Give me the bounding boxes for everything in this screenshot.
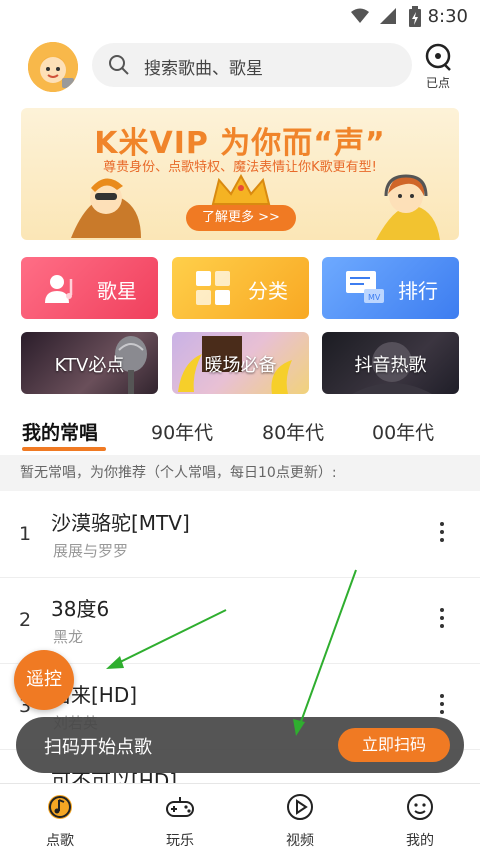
svg-text:MV: MV: [368, 293, 381, 302]
crown-icon: [211, 174, 271, 205]
song-title: 38度6: [51, 597, 110, 621]
bottom-navigation: 点歌 玩乐 视频 我的: [0, 783, 480, 853]
battery-icon: [409, 6, 421, 27]
grid-icon: [196, 271, 230, 305]
nav-mine[interactable]: 我的: [380, 792, 460, 850]
playlist-warmup[interactable]: 暖场必备: [172, 332, 309, 394]
category-singer[interactable]: 歌星: [21, 257, 158, 319]
music-disc-icon: [48, 795, 72, 819]
category-label: 排行: [398, 279, 438, 303]
recommendation-notice: 暂无常唱，为你推荐（个人常唱，每日10点更新）:: [0, 455, 480, 491]
vip-banner[interactable]: K米VIP 为你而“声” 尊贵身份、点歌特权、魔法表情让你K歌更有型! 了解更多…: [21, 108, 459, 240]
song-artist: 黑龙: [53, 628, 84, 646]
category-label: 歌星: [97, 279, 137, 303]
banner-more-button[interactable]: 了解更多 >>: [186, 205, 296, 231]
playlist-douyin[interactable]: 抖音热歌: [322, 332, 459, 394]
clock: 8:30: [427, 6, 468, 27]
status-bar: 8:30: [0, 0, 480, 34]
tab-80s[interactable]: 80年代: [262, 418, 324, 445]
nav-play[interactable]: 玩乐: [140, 792, 220, 850]
played-songs-button[interactable]: 已点: [420, 42, 456, 92]
signal-icon: [380, 8, 396, 24]
disc-icon: [425, 43, 451, 71]
category-label: 分类: [248, 279, 288, 303]
scan-now-button[interactable]: 立即扫码: [338, 728, 450, 762]
song-title: 沙漠骆驼[MTV]: [51, 511, 190, 535]
singer-icon: [45, 275, 73, 303]
app-screen: 8:30 搜索歌曲、歌星 已点 K米VIP 为你而“声” 尊贵身份、点歌特权、魔…: [0, 0, 480, 853]
nav-order-songs[interactable]: 点歌: [20, 792, 100, 850]
active-tab-indicator: [22, 447, 106, 451]
tab-00s[interactable]: 00年代: [372, 418, 434, 445]
playlist-label: 暖场必备: [204, 355, 277, 376]
nav-label: 玩乐: [166, 833, 194, 849]
user-face-icon: [407, 794, 433, 820]
nav-label: 视频: [286, 833, 314, 849]
avatar[interactable]: [28, 42, 78, 92]
more-options-icon[interactable]: [436, 608, 448, 634]
category-ranking[interactable]: MV 排行: [322, 257, 459, 319]
remote-control-button[interactable]: 遥控: [14, 650, 74, 710]
tab-90s[interactable]: 90年代: [151, 418, 213, 445]
search-input[interactable]: 搜索歌曲、歌星: [92, 43, 412, 87]
avatar-image: [28, 42, 78, 92]
mascot-left-image: [71, 178, 141, 238]
played-label: 已点: [425, 76, 450, 90]
nav-label: 我的: [406, 833, 434, 849]
search-placeholder: 搜索歌曲、歌星: [144, 59, 263, 79]
playlist-ktv-hits[interactable]: KTV必点: [21, 332, 158, 394]
nav-label: 点歌: [46, 833, 74, 849]
more-options-icon[interactable]: [436, 522, 448, 548]
song-number: 2: [19, 609, 32, 631]
category-genre[interactable]: 分类: [172, 257, 309, 319]
playlist-label: 抖音热歌: [354, 355, 427, 376]
nav-video[interactable]: 视频: [260, 792, 340, 850]
play-circle-icon: [287, 794, 313, 820]
ranking-icon: MV: [346, 271, 384, 303]
song-artist: 展展与罗罗: [53, 542, 129, 560]
song-row[interactable]: 2 38度6 黑龙: [0, 578, 480, 664]
song-row[interactable]: 1 沙漠骆驼[MTV] 展展与罗罗: [0, 492, 480, 578]
wifi-icon: [351, 8, 369, 23]
gamepad-icon: [166, 797, 194, 817]
scan-to-order-bar: 扫码开始点歌 立即扫码: [16, 717, 464, 773]
playlist-label: KTV必点: [54, 355, 125, 376]
scan-bar-label: 扫码开始点歌: [44, 737, 152, 758]
search-icon: [109, 55, 129, 75]
tab-my-frequent[interactable]: 我的常唱: [22, 418, 98, 445]
mascot-right-image: [376, 174, 440, 240]
song-number: 1: [19, 523, 32, 545]
